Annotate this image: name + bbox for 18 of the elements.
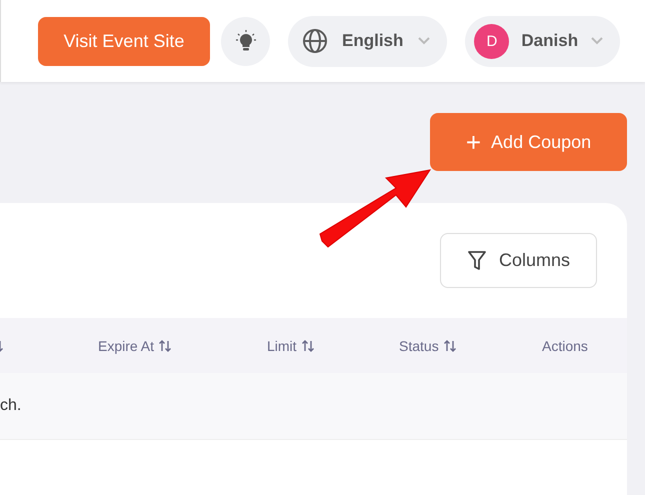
user-menu[interactable]: D Danish xyxy=(465,16,620,66)
sort-icon[interactable] xyxy=(442,338,457,352)
sort-icon[interactable] xyxy=(300,338,315,352)
columns-button[interactable]: Columns xyxy=(440,233,597,288)
empty-message: ch. xyxy=(0,397,22,415)
sort-icon[interactable] xyxy=(158,338,172,352)
chevron-down-icon xyxy=(417,36,432,46)
language-selector[interactable]: English xyxy=(288,16,448,66)
chevron-down-icon xyxy=(590,36,604,46)
globe-icon xyxy=(302,28,328,54)
filter-icon xyxy=(466,250,487,272)
column-header: Status xyxy=(399,338,439,354)
column-header: Actions xyxy=(542,338,588,354)
lightbulb-icon xyxy=(234,29,256,53)
column-header: Limit xyxy=(267,338,297,354)
avatar: D xyxy=(474,24,510,58)
theme-button[interactable] xyxy=(221,16,270,66)
column-header: Expire At xyxy=(98,338,154,354)
